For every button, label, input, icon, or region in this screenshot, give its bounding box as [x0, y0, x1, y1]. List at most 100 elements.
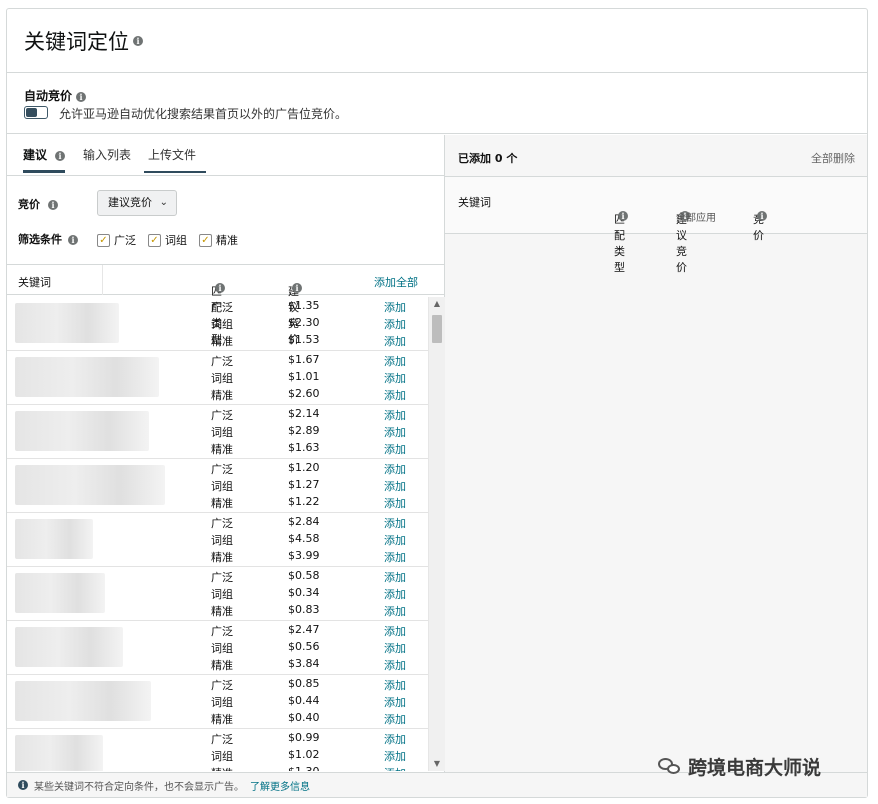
- add-button[interactable]: 添加: [384, 461, 406, 478]
- add-button[interactable]: 添加: [384, 731, 406, 748]
- match-type: 词组: [211, 426, 233, 439]
- blurred-keyword: [15, 519, 93, 559]
- add-button[interactable]: 添加: [384, 711, 406, 728]
- suggested-bid: $0.44: [288, 694, 320, 707]
- add-button[interactable]: 添加: [384, 387, 406, 404]
- add-button[interactable]: 添加: [384, 586, 406, 603]
- add-button[interactable]: 添加: [384, 316, 406, 333]
- suggested-bid: $0.85: [288, 677, 320, 690]
- add-button[interactable]: 添加: [384, 657, 406, 674]
- filters-section: 竞价 i 建议竞价 ⌄ 筛选条件 i ✓ 广泛 ✓ 词组 ✓ 精准: [7, 176, 444, 265]
- add-button[interactable]: 添加: [384, 299, 406, 316]
- added-table-header: 关键词 匹配类型i 建议竞价i 全部应用 竞价i: [445, 176, 867, 274]
- apply-all-link[interactable]: 全部应用: [676, 209, 716, 224]
- watermark-text: 跨境电商大师说: [688, 756, 822, 779]
- scroll-up-icon[interactable]: ▲: [429, 297, 445, 311]
- suggestions-pane: 建议 i 输入列表 上传文件 竞价 i 建议竞价 ⌄ 筛选条件 i ✓ 广泛 ✓ 词组 ✓…: [7, 135, 445, 772]
- match-type: 精准: [211, 605, 233, 618]
- info-icon[interactable]: i: [618, 211, 628, 221]
- footer-text: 某些关键词不符合定向条件，也不会显示广告。: [34, 781, 244, 793]
- add-button[interactable]: 添加: [384, 694, 406, 711]
- match-type: 广泛: [211, 463, 233, 476]
- add-button[interactable]: 添加: [384, 370, 406, 387]
- tab-enter-list[interactable]: 输入列表: [83, 146, 131, 173]
- info-icon[interactable]: i: [292, 283, 302, 293]
- suggested-bid: $1.53: [288, 333, 320, 346]
- info-icon[interactable]: i: [48, 200, 58, 210]
- blurred-keyword: [15, 681, 151, 721]
- match-type: 词组: [211, 372, 233, 385]
- filter-exact-checkbox[interactable]: ✓ 精准: [199, 232, 238, 248]
- match-type: 广泛: [211, 625, 233, 638]
- add-button[interactable]: 添加: [384, 623, 406, 640]
- info-icon[interactable]: i: [55, 150, 66, 161]
- suggested-bid: $2.84: [288, 515, 320, 528]
- keyword-group: 广泛 $2.47 添加 词组 $0.56 添加 精准 $3.84 添加: [7, 621, 428, 675]
- info-icon: i: [18, 780, 28, 790]
- auto-bid-toggle[interactable]: [24, 106, 48, 119]
- tab-suggested[interactable]: 建议 i: [23, 146, 66, 173]
- add-button[interactable]: 添加: [384, 478, 406, 495]
- info-icon[interactable]: i: [68, 235, 78, 245]
- suggested-bid: $0.99: [288, 731, 320, 744]
- blurred-keyword: [15, 627, 123, 667]
- match-type: 精准: [211, 551, 233, 564]
- add-button[interactable]: 添加: [384, 441, 406, 458]
- add-button[interactable]: 添加: [384, 748, 406, 765]
- bid-dropdown-value: 建议竞价: [108, 196, 152, 209]
- add-button[interactable]: 添加: [384, 569, 406, 586]
- suggested-bid: $3.84: [288, 657, 320, 670]
- filter-phrase-checkbox[interactable]: ✓ 词组: [148, 232, 187, 248]
- match-type: 精准: [211, 389, 233, 402]
- match-type: 广泛: [211, 571, 233, 584]
- wechat-icon: [658, 756, 682, 776]
- scrollbar[interactable]: ▲ ▼: [428, 297, 445, 771]
- blurred-keyword: [15, 735, 103, 771]
- match-type: 广泛: [211, 517, 233, 530]
- add-button[interactable]: 添加: [384, 549, 406, 566]
- info-icon[interactable]: i: [76, 91, 87, 102]
- add-button[interactable]: 添加: [384, 424, 406, 441]
- suggested-bid: $1.35: [288, 299, 320, 312]
- checkmark-icon: ✓: [199, 233, 212, 247]
- suggested-bid: $1.02: [288, 748, 320, 761]
- learn-more-link[interactable]: 了解更多信息: [250, 778, 310, 793]
- suggested-bid: $1.27: [288, 478, 320, 491]
- tab-upload-file[interactable]: 上传文件: [144, 146, 207, 173]
- keyword-group: 广泛 $0.58 添加 词组 $0.34 添加 精准 $0.83 添加: [7, 567, 428, 621]
- add-button[interactable]: 添加: [384, 495, 406, 512]
- add-button[interactable]: 添加: [384, 515, 406, 532]
- match-type: 精准: [211, 713, 233, 726]
- match-type: 广泛: [211, 679, 233, 692]
- bid-type-dropdown[interactable]: 建议竞价 ⌄: [97, 190, 177, 216]
- remove-all-link[interactable]: 全部删除: [811, 150, 855, 166]
- match-type: 精准: [211, 335, 233, 348]
- match-type: 词组: [211, 588, 233, 601]
- add-button[interactable]: 添加: [384, 353, 406, 370]
- keyword-group: 广泛 $1.35 添加 词组 $2.30 添加 精准 $1.53 添加: [7, 297, 428, 351]
- add-button[interactable]: 添加: [384, 407, 406, 424]
- suggested-bid: $1.30: [288, 765, 320, 771]
- add-button[interactable]: 添加: [384, 765, 406, 771]
- match-type: 精准: [211, 659, 233, 672]
- suggested-bid: $1.67: [288, 353, 320, 366]
- scroll-down-icon[interactable]: ▼: [429, 757, 445, 771]
- info-icon[interactable]: i: [757, 211, 767, 221]
- add-button[interactable]: 添加: [384, 532, 406, 549]
- info-icon[interactable]: i: [215, 283, 225, 293]
- filter-broad-checkbox[interactable]: ✓ 广泛: [97, 232, 136, 248]
- info-icon[interactable]: i: [133, 35, 143, 46]
- blurred-keyword: [15, 357, 159, 397]
- add-button[interactable]: 添加: [384, 333, 406, 350]
- add-button[interactable]: 添加: [384, 603, 406, 620]
- match-type: 精准: [211, 765, 233, 771]
- suggested-bid: $0.56: [288, 640, 320, 653]
- add-button[interactable]: 添加: [384, 677, 406, 694]
- match-type: 词组: [211, 642, 233, 655]
- scrollbar-thumb[interactable]: [432, 315, 442, 343]
- col-keyword: 关键词: [458, 196, 491, 209]
- add-all-link[interactable]: 添加全部: [374, 274, 418, 290]
- suggestions-table-header: 关键词 匹配类型i 建议竞价i 添加全部: [7, 265, 444, 346]
- suggestions-list: 广泛 $1.35 添加 词组 $2.30 添加 精准 $1.53 添加 广泛 $1.67 添加 词组 $1…: [7, 297, 428, 771]
- add-button[interactable]: 添加: [384, 640, 406, 657]
